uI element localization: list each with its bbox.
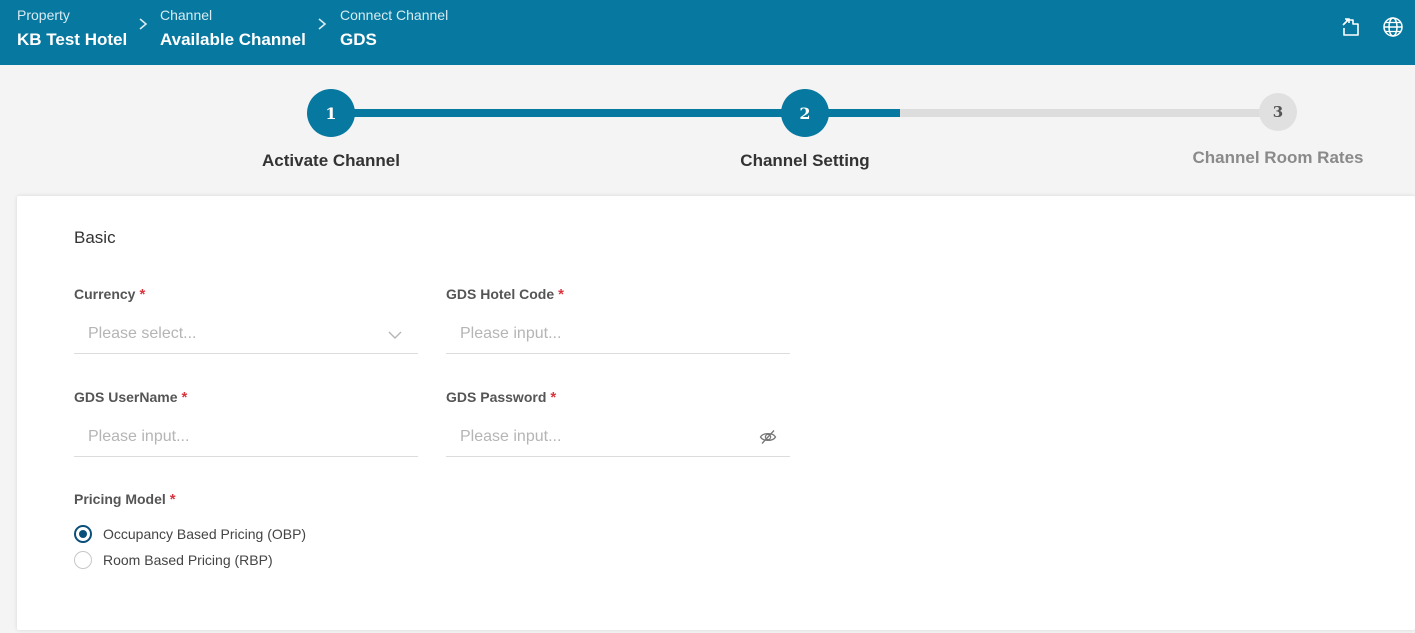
chevron-right-icon [318, 18, 327, 30]
section-title: Basic [74, 228, 116, 247]
password-label: GDS Password * [446, 389, 556, 406]
step-2-label: Channel Setting [740, 151, 870, 170]
top-header: Property KB Test Hotel Channel Available… [0, 0, 1415, 65]
hotel-code-label-text: GDS Hotel Code [446, 286, 555, 302]
hotel-code-label: GDS Hotel Code * [446, 286, 564, 303]
pricing-model-label: Pricing Model * [74, 491, 176, 508]
hotel-code-input[interactable] [446, 314, 790, 354]
radio-unchecked-icon[interactable] [74, 551, 92, 569]
pricing-option-obp[interactable]: Occupancy Based Pricing (OBP) [74, 525, 306, 543]
step-1-label: Activate Channel [262, 151, 400, 170]
step-1-circle[interactable]: 1 [307, 89, 355, 137]
password-label-text: GDS Password [446, 389, 547, 405]
breadcrumb-channel-caption: Channel [160, 7, 213, 23]
required-mark: * [181, 389, 188, 406]
step-3-number: 3 [1272, 103, 1284, 121]
step-2-number: 2 [799, 103, 811, 123]
chevron-right-icon [139, 18, 148, 30]
required-mark: * [550, 389, 557, 406]
step-1-number: 1 [325, 103, 337, 123]
globe-icon[interactable] [1382, 16, 1404, 38]
step-3-circle[interactable]: 3 [1259, 93, 1297, 131]
breadcrumb-channel-value: Available Channel [160, 30, 306, 49]
required-mark: * [558, 286, 564, 303]
step-2-circle[interactable]: 2 [781, 89, 829, 137]
step-3-label: Channel Room Rates [1192, 148, 1364, 167]
breadcrumb-connect-channel: Connect Channel GDS [340, 7, 448, 50]
currency-label: Currency * [74, 286, 145, 303]
pricing-option-obp-label: Occupancy Based Pricing (OBP) [103, 526, 307, 542]
username-input[interactable] [74, 417, 418, 457]
radio-checked-icon[interactable] [74, 525, 92, 543]
username-label-text: GDS UserName [74, 389, 178, 405]
form-card: Basic Currency* GDS Hotel Code* GDS User… [17, 196, 1415, 630]
breadcrumb-connect-value: GDS [340, 30, 377, 49]
pricing-model-label-text: Pricing Model [74, 491, 166, 507]
eye-slash-icon[interactable] [759, 428, 777, 446]
required-mark: * [139, 286, 146, 303]
pricing-option-rbp[interactable]: Room Based Pricing (RBP) [74, 551, 273, 569]
required-mark: * [169, 491, 176, 508]
breadcrumb-channel[interactable]: Channel Available Channel [160, 7, 306, 50]
breadcrumb-property-value: KB Test Hotel [17, 30, 128, 49]
password-input[interactable] [446, 417, 790, 457]
currency-select[interactable] [74, 314, 418, 354]
pricing-option-rbp-label: Room Based Pricing (RBP) [103, 552, 273, 568]
currency-label-text: Currency [74, 286, 136, 302]
breadcrumb-property[interactable]: Property KB Test Hotel [17, 7, 127, 50]
breadcrumb-connect-caption: Connect Channel [340, 7, 449, 23]
breadcrumb-property-caption: Property [17, 7, 70, 23]
export-icon[interactable] [1340, 16, 1362, 38]
username-label: GDS UserName * [74, 389, 187, 406]
chevron-down-icon[interactable] [386, 326, 404, 344]
stepper-remaining-track [900, 109, 1278, 117]
